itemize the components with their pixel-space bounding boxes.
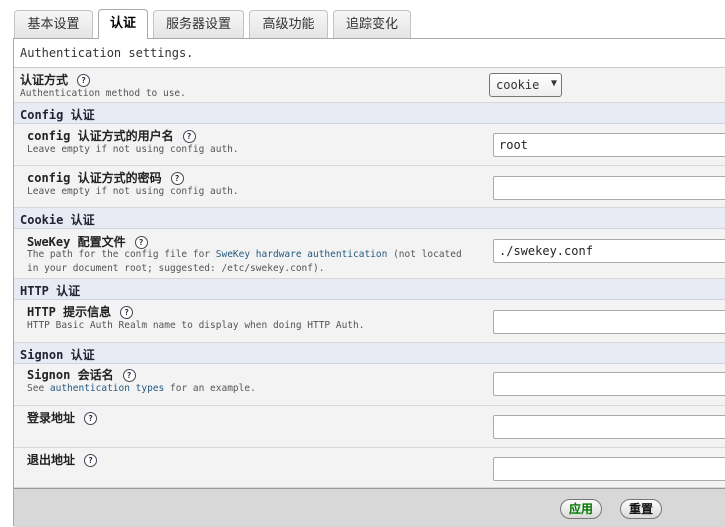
signon-session-label: Signon 会话名? [27,366,136,383]
http-realm-input[interactable] [493,310,725,334]
http-realm-label: HTTP 提示信息? [27,303,134,320]
section-description: Authentication settings. [14,39,725,68]
http-group-header: HTTP 认证 [14,279,725,300]
tab-bar: 基本设置 认证 服务器设置 高级功能 追踪变化 [0,0,725,39]
tab-basic-settings[interactable]: 基本设置 [14,10,93,38]
config-pass-label: config 认证方式的密码? [27,169,184,186]
logout-url-label: 退出地址? [27,451,98,468]
swekey-row: SweKey 配置文件? The path for the config fil… [14,229,725,279]
reset-button[interactable]: 重置 [620,499,662,519]
swekey-input[interactable]: ./swekey.conf [493,239,725,263]
config-group-header: Config 认证 [14,103,725,124]
help-icon[interactable]: ? [84,454,98,467]
section-description-text: Authentication settings. [20,46,194,60]
auth-type-select[interactable]: cookie ▼ [489,73,562,97]
tab-tracking[interactable]: 追踪变化 [333,10,411,38]
help-icon[interactable]: ? [120,306,134,319]
logout-url-input[interactable] [493,457,725,481]
settings-panel: Authentication settings. 认证方式? Authentic… [13,39,725,527]
help-icon[interactable]: ? [122,369,136,382]
config-user-desc: Leave empty if not using config auth. [27,144,239,155]
cookie-group-title: Cookie 认证 [20,213,95,227]
logout-url-row: 退出地址? [14,448,725,488]
apply-button[interactable]: 应用 [560,499,602,519]
swekey-desc: The path for the config file for SweKey … [27,249,462,274]
login-url-row: 登录地址? [14,406,725,448]
auth-type-label: 认证方式? [20,71,91,88]
cookie-group-header: Cookie 认证 [14,208,725,229]
config-group-title: Config 认证 [20,108,95,122]
help-icon[interactable]: ? [170,172,184,185]
http-realm-desc: HTTP Basic Auth Realm name to display wh… [27,320,365,331]
config-user-input[interactable]: root [493,133,725,157]
config-user-row: config 认证方式的用户名? Leave empty if not usin… [14,124,725,166]
signon-session-input[interactable] [493,372,725,396]
signon-session-row: Signon 会话名? See authentication types for… [14,364,725,406]
help-icon[interactable]: ? [84,412,98,425]
chevron-down-icon: ▼ [550,78,557,89]
authentication-types-link[interactable]: authentication types [50,383,164,394]
config-pass-row: config 认证方式的密码? Leave empty if not using… [14,166,725,208]
tab-advanced[interactable]: 高级功能 [249,10,328,38]
config-pass-input[interactable] [493,176,725,200]
signon-group-title: Signon 认证 [20,348,95,362]
signon-group-header: Signon 认证 [14,343,725,364]
form-footer: 应用 重置 [14,488,725,527]
tab-authentication[interactable]: 认证 [98,9,148,39]
help-icon[interactable]: ? [77,74,91,87]
config-user-label: config 认证方式的用户名? [27,127,196,144]
auth-type-desc: Authentication method to use. [20,88,186,99]
config-pass-desc: Leave empty if not using config auth. [27,186,239,197]
help-icon[interactable]: ? [182,130,196,143]
swekey-link[interactable]: SweKey hardware authentication [216,249,388,260]
auth-type-value: cookie [496,78,540,92]
signon-session-desc: See authentication types for an example. [27,383,256,394]
auth-type-row: 认证方式? Authentication method to use. cook… [14,68,725,103]
http-group-title: HTTP 认证 [20,284,81,298]
tab-server-settings[interactable]: 服务器设置 [153,10,244,38]
http-realm-row: HTTP 提示信息? HTTP Basic Auth Realm name to… [14,300,725,343]
login-url-input[interactable] [493,415,725,439]
login-url-label: 登录地址? [27,409,98,426]
